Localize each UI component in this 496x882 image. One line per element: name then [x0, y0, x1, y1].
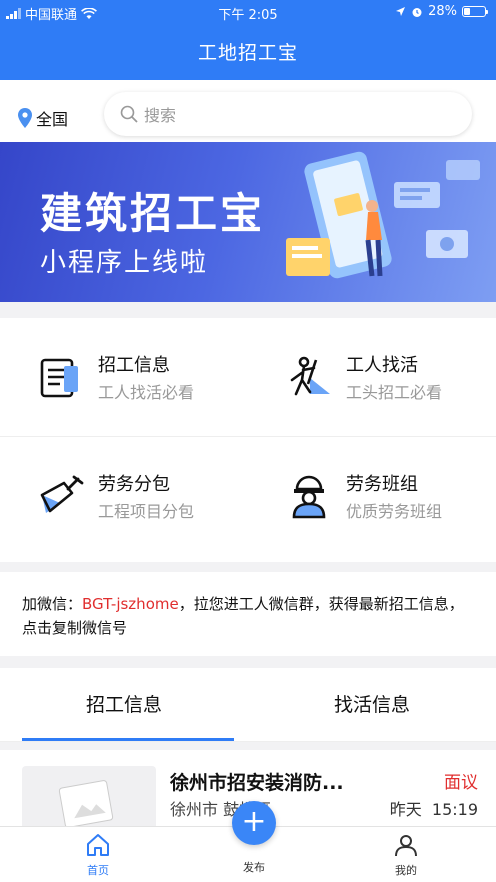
menu-subtitle: 工程项目分包 — [98, 502, 195, 521]
nav-profile[interactable]: 我的 — [366, 833, 446, 878]
home-icon — [87, 834, 109, 856]
location-label: 全国 — [36, 110, 69, 129]
job-title: 徐州市招安装消防... — [170, 772, 344, 794]
user-icon — [395, 835, 417, 857]
menu-title: 招工信息 — [98, 355, 170, 376]
menu-title: 工人找活 — [346, 355, 418, 376]
job-time: 15:19 — [431, 800, 478, 819]
status-bar: 中国联通 下午 2:05 28% — [0, 0, 496, 24]
menu-item-find-work[interactable]: 工人找活 工头招工必看 — [248, 318, 496, 436]
job-posted-time: 昨天 15:19 — [390, 796, 478, 820]
battery-percent: 28% — [428, 4, 457, 19]
nav-label: 我的 — [395, 864, 417, 877]
menu-title: 劳务分包 — [98, 474, 170, 495]
menu-title: 劳务班组 — [346, 474, 418, 495]
job-price: 面议 — [444, 773, 478, 793]
search-placeholder: 搜索 — [144, 106, 177, 125]
page-title: 工地招工宝 — [197, 42, 298, 64]
tab-hiring-info[interactable]: 招工信息 — [0, 690, 248, 717]
job-date: 昨天 — [389, 800, 422, 819]
promo-banner[interactable]: 建筑招工宝 小程序上线啦 — [0, 142, 496, 302]
nav-publish[interactable]: 发布 — [214, 857, 294, 875]
nav-home[interactable]: 首页 — [58, 833, 138, 878]
info-tabs: 招工信息 找活信息 — [0, 668, 496, 742]
location-selector[interactable]: 全国 — [18, 106, 68, 130]
publish-plus-icon[interactable]: + — [232, 801, 276, 845]
menu-grid: 招工信息 工人找活必看 工人找活 工头招工必看 劳务分包 工程项目分包 劳务班组… — [0, 318, 496, 562]
banner-subline: 小程序上线啦 — [40, 248, 209, 278]
wechat-notice[interactable]: 加微信：BGT-jszhome，拉您进工人微信群，获得最新招工信息，点击复制微信… — [0, 572, 496, 656]
menu-item-subcontract[interactable]: 劳务分包 工程项目分包 — [0, 437, 248, 555]
battery-icon — [462, 6, 488, 17]
wechat-prefix: 加微信： — [22, 595, 83, 613]
worker-digging-icon — [290, 356, 330, 396]
menu-subtitle: 优质劳务班组 — [346, 502, 443, 521]
nav-label: 发布 — [243, 861, 265, 874]
app-header: 中国联通 下午 2:05 28% 工地招工宝 — [0, 0, 496, 80]
tab-find-work-info[interactable]: 找活信息 — [248, 690, 496, 717]
wechat-id[interactable]: BGT-jszhome — [82, 595, 179, 613]
map-pin-icon — [18, 108, 32, 128]
phone-illustration — [286, 151, 480, 279]
bottom-nav: 首页 + 发布 我的 — [0, 801, 496, 882]
menu-subtitle: 工头招工必看 — [346, 383, 443, 402]
menu-item-hiring[interactable]: 招工信息 工人找活必看 — [0, 318, 248, 436]
trowel-icon — [40, 475, 84, 513]
menu-item-labor-team[interactable]: 劳务班组 优质劳务班组 — [248, 437, 496, 555]
location-arrow-icon — [396, 7, 406, 16]
alarm-icon — [412, 7, 422, 17]
search-input[interactable]: 搜索 — [104, 92, 472, 136]
search-icon — [120, 105, 138, 123]
document-list-icon — [40, 358, 78, 398]
nav-label: 首页 — [87, 864, 109, 877]
menu-subtitle: 工人找活必看 — [98, 383, 195, 402]
hardhat-worker-icon — [292, 475, 326, 519]
banner-headline: 建筑招工宝 — [40, 189, 266, 238]
active-tab-indicator — [22, 738, 234, 741]
